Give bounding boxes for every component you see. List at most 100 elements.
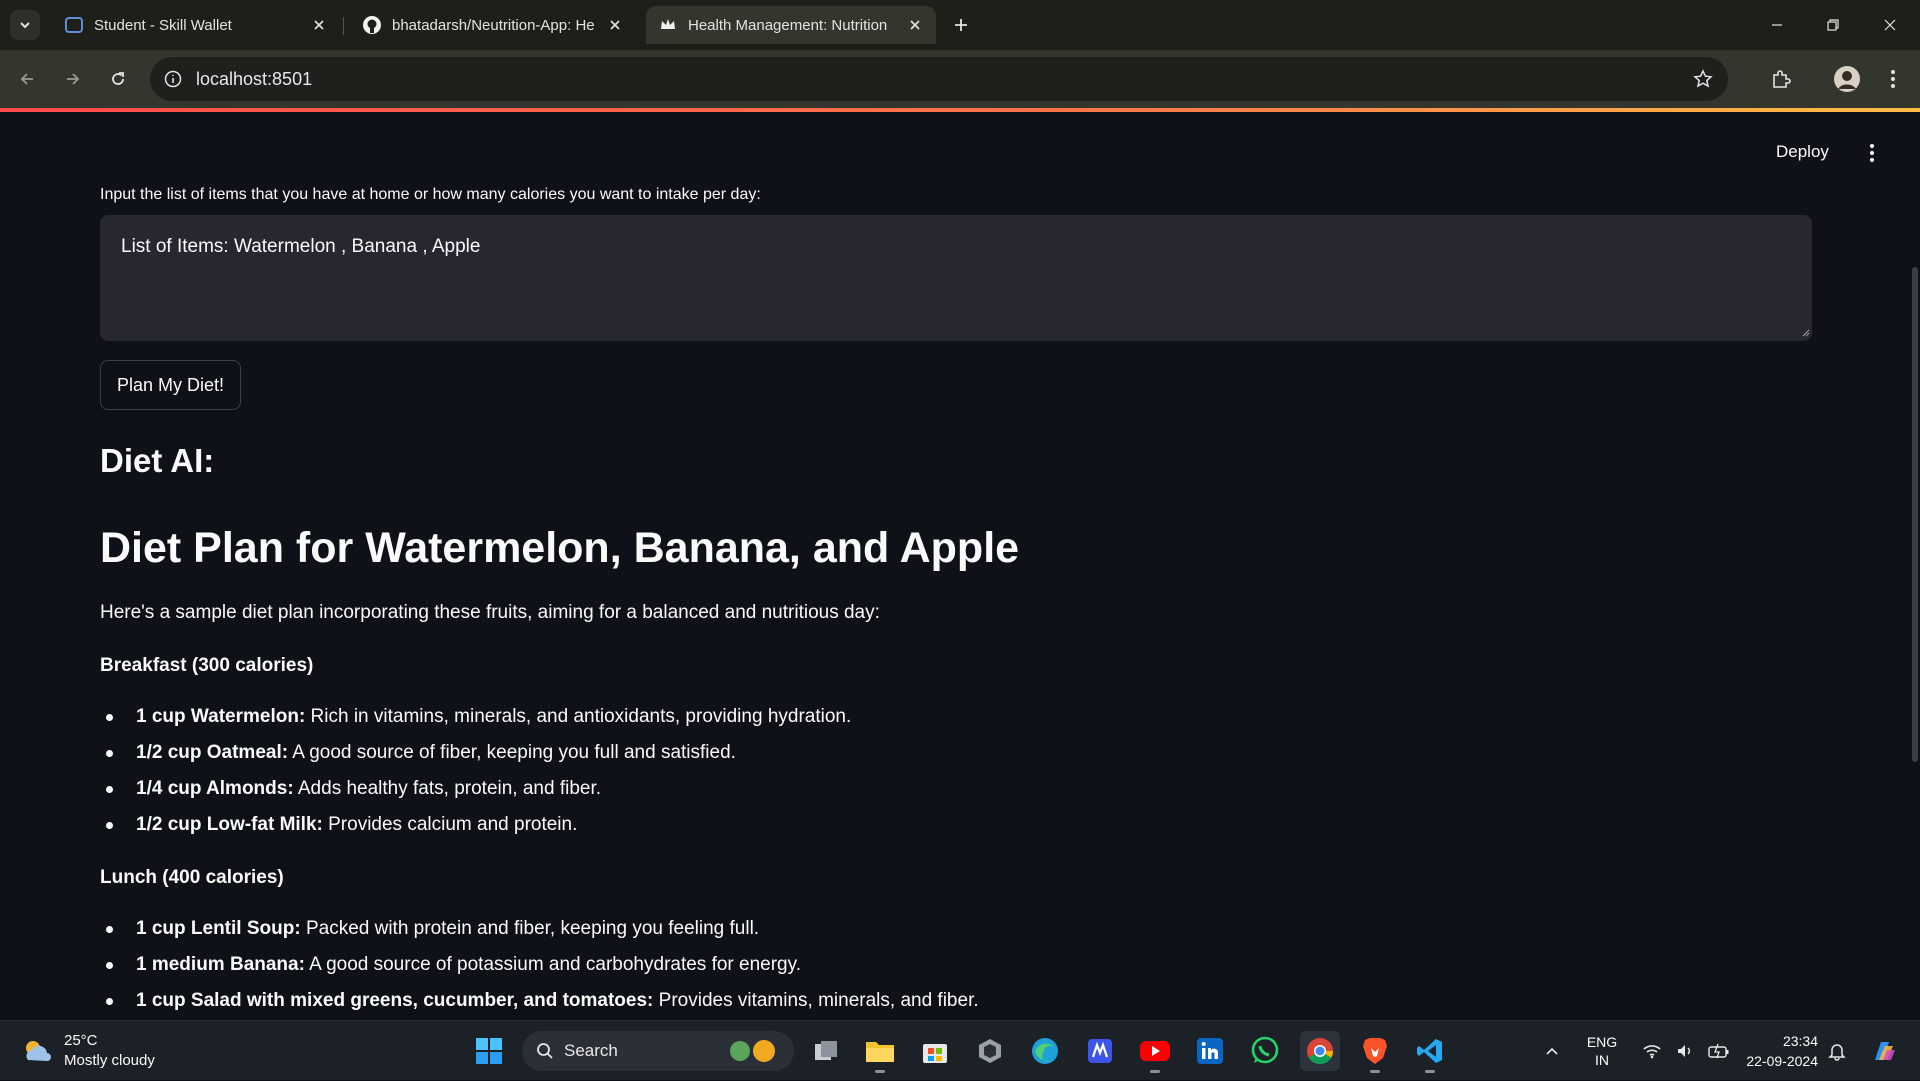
search-icon	[537, 1043, 553, 1059]
avatar-icon	[1834, 66, 1860, 92]
minimize-icon	[1772, 24, 1782, 26]
edge-app[interactable]	[1025, 1031, 1065, 1071]
blue-m-app-icon	[1088, 1039, 1112, 1063]
show-hidden-icons-button[interactable]	[1540, 1021, 1564, 1081]
whatsapp-app[interactable]	[1245, 1031, 1285, 1071]
wifi-icon	[1643, 1045, 1661, 1059]
item-name: 1/4 cup Almonds:	[136, 778, 294, 799]
battery-charging-icon	[1708, 1043, 1729, 1059]
resize-grip-icon[interactable]	[1800, 327, 1810, 337]
item-desc: A good source of potassium and carbohydr…	[304, 954, 801, 975]
list-item: 1/2 cup Oatmeal: A good source of fiber,…	[100, 741, 851, 777]
start-button[interactable]	[469, 1031, 509, 1071]
diet-input-textarea[interactable]: List of Items: Watermelon , Banana , App…	[100, 215, 1812, 341]
tab-title: bhatadarsh/Neutrition-App: He	[392, 16, 595, 34]
site-info-icon[interactable]	[162, 68, 184, 90]
list-item: 1 cup Watermelon: Rich in vitamins, mine…	[100, 705, 851, 741]
close-tab-icon[interactable]	[606, 16, 624, 34]
windows-logo-icon	[476, 1038, 502, 1064]
taskbar-search[interactable]: Search	[522, 1031, 794, 1071]
youtube-icon	[1140, 1041, 1170, 1061]
chevron-down-icon	[20, 22, 30, 29]
bookmark-star-icon[interactable]	[1692, 68, 1714, 90]
search-highlight-icon	[730, 1040, 775, 1062]
bullet	[106, 926, 113, 933]
tab-title: Student - Skill Wallet	[94, 16, 232, 34]
lunch-list: 1 cup Lentil Soup: Packed with protein a…	[100, 917, 979, 1020]
vscode-app[interactable]	[1410, 1031, 1450, 1073]
bullet	[106, 962, 113, 969]
bullet	[106, 822, 113, 829]
list-item: 1 medium Banana: A good source of potass…	[100, 953, 979, 989]
tab-github[interactable]: bhatadarsh/Neutrition-App: He	[350, 6, 636, 44]
bullet	[106, 786, 113, 793]
linkedin-app[interactable]	[1190, 1031, 1230, 1071]
vscode-icon	[1417, 1039, 1442, 1063]
scrollbar-thumb[interactable]	[1912, 267, 1918, 762]
weather-description: Mostly cloudy	[64, 1052, 155, 1069]
notifications-button[interactable]	[1822, 1021, 1852, 1081]
back-button[interactable]	[12, 64, 42, 94]
clock[interactable]: 23:34 22-09-2024	[1738, 1031, 1818, 1071]
tab-health-management[interactable]: Health Management: Nutrition	[646, 6, 936, 44]
edge-icon	[1032, 1038, 1058, 1064]
file-explorer-app[interactable]	[860, 1031, 900, 1073]
brave-app[interactable]	[1355, 1031, 1395, 1073]
chrome-app[interactable]	[1300, 1031, 1340, 1071]
copilot-button[interactable]	[1864, 1021, 1904, 1081]
bullet	[106, 750, 113, 757]
new-tab-button[interactable]	[948, 12, 974, 38]
arrow-right-icon	[67, 73, 80, 85]
browser-toolbar: localhost:8501	[0, 50, 1920, 108]
item-desc: Provides vitamins, minerals, and fiber.	[653, 990, 979, 1011]
search-label: Search	[564, 1041, 618, 1060]
streamlit-app: Deploy Input the list of items that you …	[0, 112, 1920, 1020]
whatsapp-icon	[1251, 1036, 1279, 1064]
reload-icon	[112, 72, 124, 85]
forward-button[interactable]	[58, 64, 88, 94]
list-item: 1/2 cup Low-fat Milk: Provides calcium a…	[100, 813, 851, 849]
deploy-button[interactable]: Deploy	[1776, 142, 1829, 162]
close-window-button[interactable]	[1875, 10, 1905, 40]
chevron-up-icon	[1546, 1047, 1558, 1055]
tab-separator	[343, 17, 344, 35]
chrome-icon	[1307, 1038, 1334, 1065]
tab-strip: Student - Skill Wallet bhatadarsh/Neutri…	[0, 0, 1920, 50]
close-tab-icon[interactable]	[310, 16, 328, 34]
item-desc: Packed with protein and fiber, keeping y…	[300, 918, 760, 939]
folder-icon	[866, 1042, 894, 1062]
restore-button[interactable]	[1818, 10, 1848, 40]
profile-avatar[interactable]	[1832, 64, 1862, 94]
reload-button[interactable]	[103, 64, 133, 94]
tab-skill-wallet[interactable]: Student - Skill Wallet	[52, 6, 340, 44]
plan-my-diet-button[interactable]: Plan My Diet!	[100, 360, 242, 410]
arrow-left-icon	[20, 73, 33, 85]
weather-widget[interactable]: 25°C Mostly cloudy	[20, 1031, 155, 1071]
clock-date: 22-09-2024	[1746, 1053, 1818, 1069]
address-bar[interactable]: localhost:8501	[150, 57, 1728, 101]
browser-menu-button[interactable]	[1878, 64, 1908, 94]
tab-list-button[interactable]	[10, 10, 40, 40]
close-tab-icon[interactable]	[906, 16, 924, 34]
item-name: 1/2 cup Oatmeal:	[136, 742, 289, 763]
store-icon	[923, 1044, 947, 1063]
system-tray-status[interactable]	[1636, 1021, 1736, 1081]
breakfast-heading: Breakfast (300 calories)	[100, 655, 314, 676]
microsoft-store-app[interactable]	[915, 1031, 955, 1071]
plus-icon	[955, 19, 967, 31]
more-vertical-icon	[1891, 70, 1895, 88]
extensions-button[interactable]	[1766, 64, 1796, 94]
list-item: 1/4 cup Almonds: Adds healthy fats, prot…	[100, 777, 851, 813]
app-menu-button[interactable]	[1860, 140, 1884, 166]
task-view-button[interactable]	[806, 1031, 846, 1071]
copilot-icon	[1875, 1042, 1895, 1060]
list-item: 1 cup Salad with mixed greens, cucumber,…	[100, 989, 979, 1020]
app-blue-m[interactable]	[1080, 1031, 1120, 1071]
region-code: IN	[1595, 1052, 1609, 1068]
language-code: ENG	[1586, 1034, 1618, 1050]
minimize-button[interactable]	[1762, 10, 1792, 40]
youtube-app[interactable]	[1135, 1031, 1175, 1073]
language-indicator[interactable]: ENG IN	[1580, 1021, 1624, 1081]
item-desc: Provides calcium and protein.	[322, 814, 578, 835]
app-hexagon[interactable]	[970, 1031, 1010, 1071]
